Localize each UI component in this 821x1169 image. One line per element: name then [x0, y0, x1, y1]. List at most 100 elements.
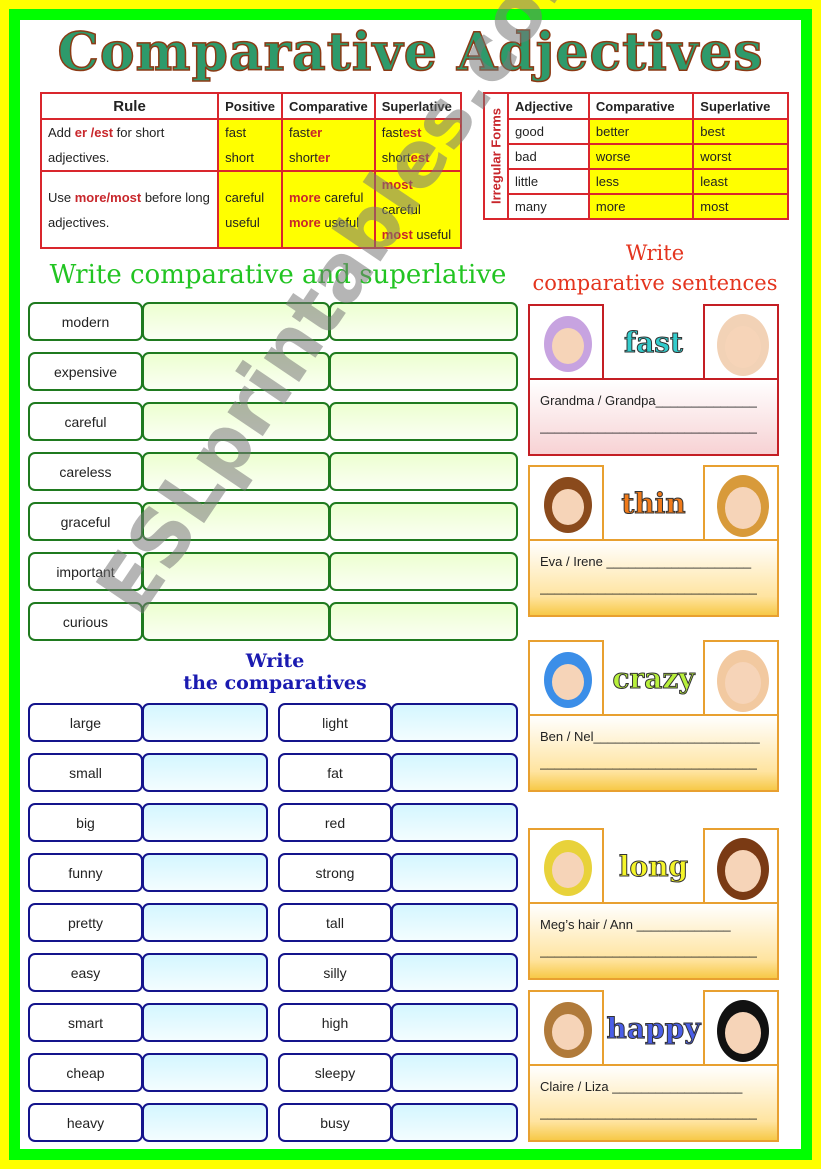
- comparative-answer-field[interactable]: [142, 402, 330, 441]
- section-heading-sentences: Write comparative sentences: [532, 241, 778, 295]
- comparative-answer-field[interactable]: [142, 1103, 268, 1142]
- sentence-answer-box[interactable]: Eva / Irene ____________________ ________…: [528, 539, 779, 617]
- superlative-answer-field[interactable]: [329, 452, 518, 491]
- person-left-image: [528, 990, 604, 1066]
- word-box: pretty: [28, 903, 143, 942]
- superlative-answer-field[interactable]: [329, 402, 518, 441]
- comparative-answer-field[interactable]: [142, 302, 330, 341]
- header-adjective: Adjective: [507, 92, 590, 120]
- header-comparative: Comparative: [280, 92, 376, 120]
- irregular-row: little less least: [484, 168, 789, 195]
- person-left-image: [528, 465, 604, 541]
- sentence-blank-line[interactable]: ______________________________: [540, 938, 767, 964]
- comparative-answer-field[interactable]: [142, 953, 268, 992]
- superlative-cell: fastest shortest: [373, 118, 463, 172]
- word-box: careless: [28, 452, 143, 491]
- header-rule: Rule: [39, 92, 220, 120]
- sentence-prompt: Claire / Liza __________________: [540, 1079, 743, 1094]
- word-box: expensive: [28, 352, 143, 391]
- adjective-wordart: long: [618, 849, 689, 883]
- sentence-answer-box[interactable]: Meg’s hair / Ann _____________ __________…: [528, 902, 779, 980]
- adjective-cell: good: [507, 118, 590, 145]
- word-box: careful: [28, 402, 143, 441]
- sentence-answer-box[interactable]: Claire / Liza __________________ ________…: [528, 1064, 779, 1142]
- word-box: busy: [278, 1103, 392, 1142]
- superlative-answer-field[interactable]: [329, 502, 518, 541]
- comparative-answer-field[interactable]: [391, 753, 518, 792]
- sentence-prompt: Meg’s hair / Ann _____________: [540, 917, 731, 932]
- sentence-blank-line[interactable]: ______________________________: [540, 750, 767, 776]
- sentence-prompt: Ben / Nel_______________________: [540, 729, 760, 744]
- section-heading-comparatives: Write the comparatives: [183, 650, 367, 694]
- comparative-answer-field[interactable]: [391, 1053, 518, 1092]
- comparative-answer-field[interactable]: [142, 452, 330, 491]
- adjective-wordart: crazy: [612, 661, 695, 695]
- adjective-wordart: thin: [621, 486, 686, 520]
- irregular-forms-label: Irregular Forms: [483, 92, 509, 220]
- irregular-row: bad worse worst: [484, 143, 789, 170]
- sentence-card: happy Claire / Liza __________________ ___…: [528, 990, 779, 1142]
- superlative-cell: most careful most useful: [373, 170, 463, 249]
- comparative-answer-field[interactable]: [391, 953, 518, 992]
- header-positive: Positive: [217, 92, 283, 120]
- comparative-answer-field[interactable]: [391, 803, 518, 842]
- comparative-answer-field[interactable]: [391, 1003, 518, 1042]
- comparative-answer-field[interactable]: [142, 703, 268, 742]
- sentence-blank-line[interactable]: ______________________________: [540, 575, 767, 601]
- comparative-answer-field[interactable]: [391, 853, 518, 892]
- adjective-wordart: fast: [624, 325, 684, 359]
- word-box: curious: [28, 602, 143, 641]
- irregular-row: many more most: [484, 193, 789, 220]
- header-comparative: Comparative: [587, 92, 695, 120]
- word-box: graceful: [28, 502, 143, 541]
- worksheet-page: Comparative Adjectives Rule Positive Com…: [20, 0, 801, 1149]
- word-box: strong: [278, 853, 392, 892]
- word-box: funny: [28, 853, 143, 892]
- person-right-image: [703, 465, 779, 541]
- superlative-cell: least: [692, 168, 789, 195]
- comparative-answer-field[interactable]: [142, 502, 330, 541]
- person-left-image: [528, 828, 604, 904]
- comparative-cell: better: [587, 118, 695, 145]
- person-left-image: [528, 640, 604, 716]
- comparative-answer-field[interactable]: [142, 803, 268, 842]
- word-box: red: [278, 803, 392, 842]
- word-box: easy: [28, 953, 143, 992]
- sentence-blank-line[interactable]: ______________________________: [540, 1100, 767, 1126]
- word-box: important: [28, 552, 143, 591]
- person-right-image: [703, 990, 779, 1066]
- person-right-image: [703, 828, 779, 904]
- comparative-answer-field[interactable]: [142, 753, 268, 792]
- comparative-answer-field[interactable]: [391, 1103, 518, 1142]
- adjective-cell: bad: [507, 143, 590, 170]
- word-box: silly: [278, 953, 392, 992]
- comparative-answer-field[interactable]: [142, 1053, 268, 1092]
- comparative-answer-field[interactable]: [142, 602, 330, 641]
- comparative-answer-field[interactable]: [391, 703, 518, 742]
- comparative-answer-field[interactable]: [142, 352, 330, 391]
- superlative-answer-field[interactable]: [329, 302, 518, 341]
- word-box: big: [28, 803, 143, 842]
- comparative-answer-field[interactable]: [391, 903, 518, 942]
- word-box: small: [28, 753, 143, 792]
- comparative-answer-field[interactable]: [142, 853, 268, 892]
- irregular-row: good better best: [484, 118, 789, 145]
- rule-text: Add er /est for short adjectives.: [39, 118, 220, 172]
- sentence-answer-box[interactable]: Grandma / Grandpa______________ _________…: [528, 378, 779, 456]
- sentence-blank-line[interactable]: ______________________________: [540, 414, 767, 440]
- person-right-image: [703, 304, 779, 380]
- comparative-answer-field[interactable]: [142, 903, 268, 942]
- superlative-answer-field[interactable]: [329, 352, 518, 391]
- word-box: sleepy: [278, 1053, 392, 1092]
- rule-table: Rule Positive Comparative Superlative Ad…: [39, 92, 463, 249]
- sentence-answer-box[interactable]: Ben / Nel_______________________ ________…: [528, 714, 779, 792]
- comparative-cell: faster shorter: [280, 118, 376, 172]
- superlative-answer-field[interactable]: [329, 552, 518, 591]
- word-box: large: [28, 703, 143, 742]
- comparative-answer-field[interactable]: [142, 552, 330, 591]
- comparative-answer-field[interactable]: [142, 1003, 268, 1042]
- sentence-prompt: Grandma / Grandpa______________: [540, 393, 757, 408]
- rule-row: Add er /est for short adjectives. fast sh…: [39, 118, 463, 172]
- word-box: light: [278, 703, 392, 742]
- superlative-answer-field[interactable]: [329, 602, 518, 641]
